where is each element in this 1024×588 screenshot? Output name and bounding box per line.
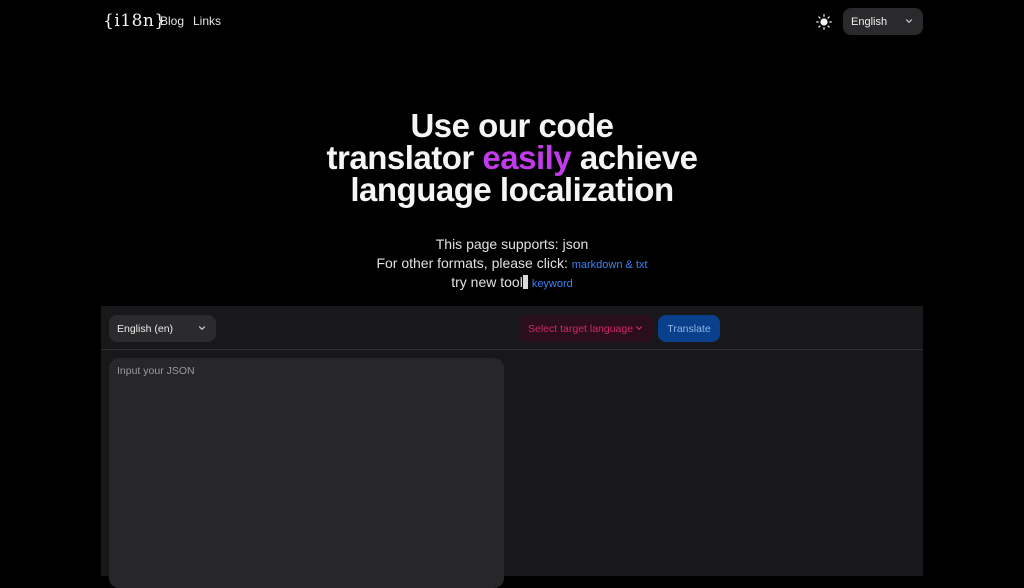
source-language-value: English (en) (117, 322, 174, 335)
text-cursor (522, 275, 528, 289)
hero-title: Use our code translator easily achieve l… (0, 107, 1024, 208)
target-language-placeholder: Select target language (528, 322, 634, 335)
sun-icon (816, 14, 832, 30)
translation-output (513, 358, 915, 576)
source-language-select[interactable]: English (en) (109, 315, 216, 342)
ui-language-select[interactable]: English (843, 8, 923, 35)
translator-panel: English (en) Select target language Tran… (101, 306, 923, 588)
other-formats-line: For other formats, please click: markdow… (0, 254, 1024, 275)
new-tool-line: try new tool keyword (0, 273, 1024, 294)
chevron-down-icon (905, 19, 913, 23)
markdown-txt-link[interactable]: markdown & txt (572, 259, 648, 271)
chevron-down-icon (198, 326, 206, 330)
supported-formats-text: This page supports: json (435, 236, 589, 252)
keyword-tool-link[interactable]: keyword (532, 278, 573, 290)
hero-title-line-1: Use our code (410, 107, 614, 144)
new-tool-label: try new tool (451, 274, 523, 290)
nav-link-blog[interactable]: Blog (160, 14, 184, 29)
hero-title-line-2: translator easily achieve (0, 141, 1024, 174)
top-navbar: {i18n} Blog Links English (0, 0, 1024, 44)
theme-toggle-button[interactable] (815, 13, 833, 31)
translate-button[interactable]: Translate (658, 315, 720, 342)
hero-title-line-3: language localization (350, 171, 674, 208)
json-input[interactable] (109, 358, 504, 588)
translator-toolbar: English (en) Select target language Tran… (101, 306, 923, 350)
ui-language-value: English (851, 15, 888, 28)
nav-link-links[interactable]: Links (193, 14, 221, 29)
target-language-select[interactable]: Select target language (519, 315, 654, 342)
other-formats-label: For other formats, please click: (376, 255, 572, 271)
site-logo[interactable]: {i18n} (103, 9, 166, 33)
chevron-down-icon (635, 326, 643, 330)
